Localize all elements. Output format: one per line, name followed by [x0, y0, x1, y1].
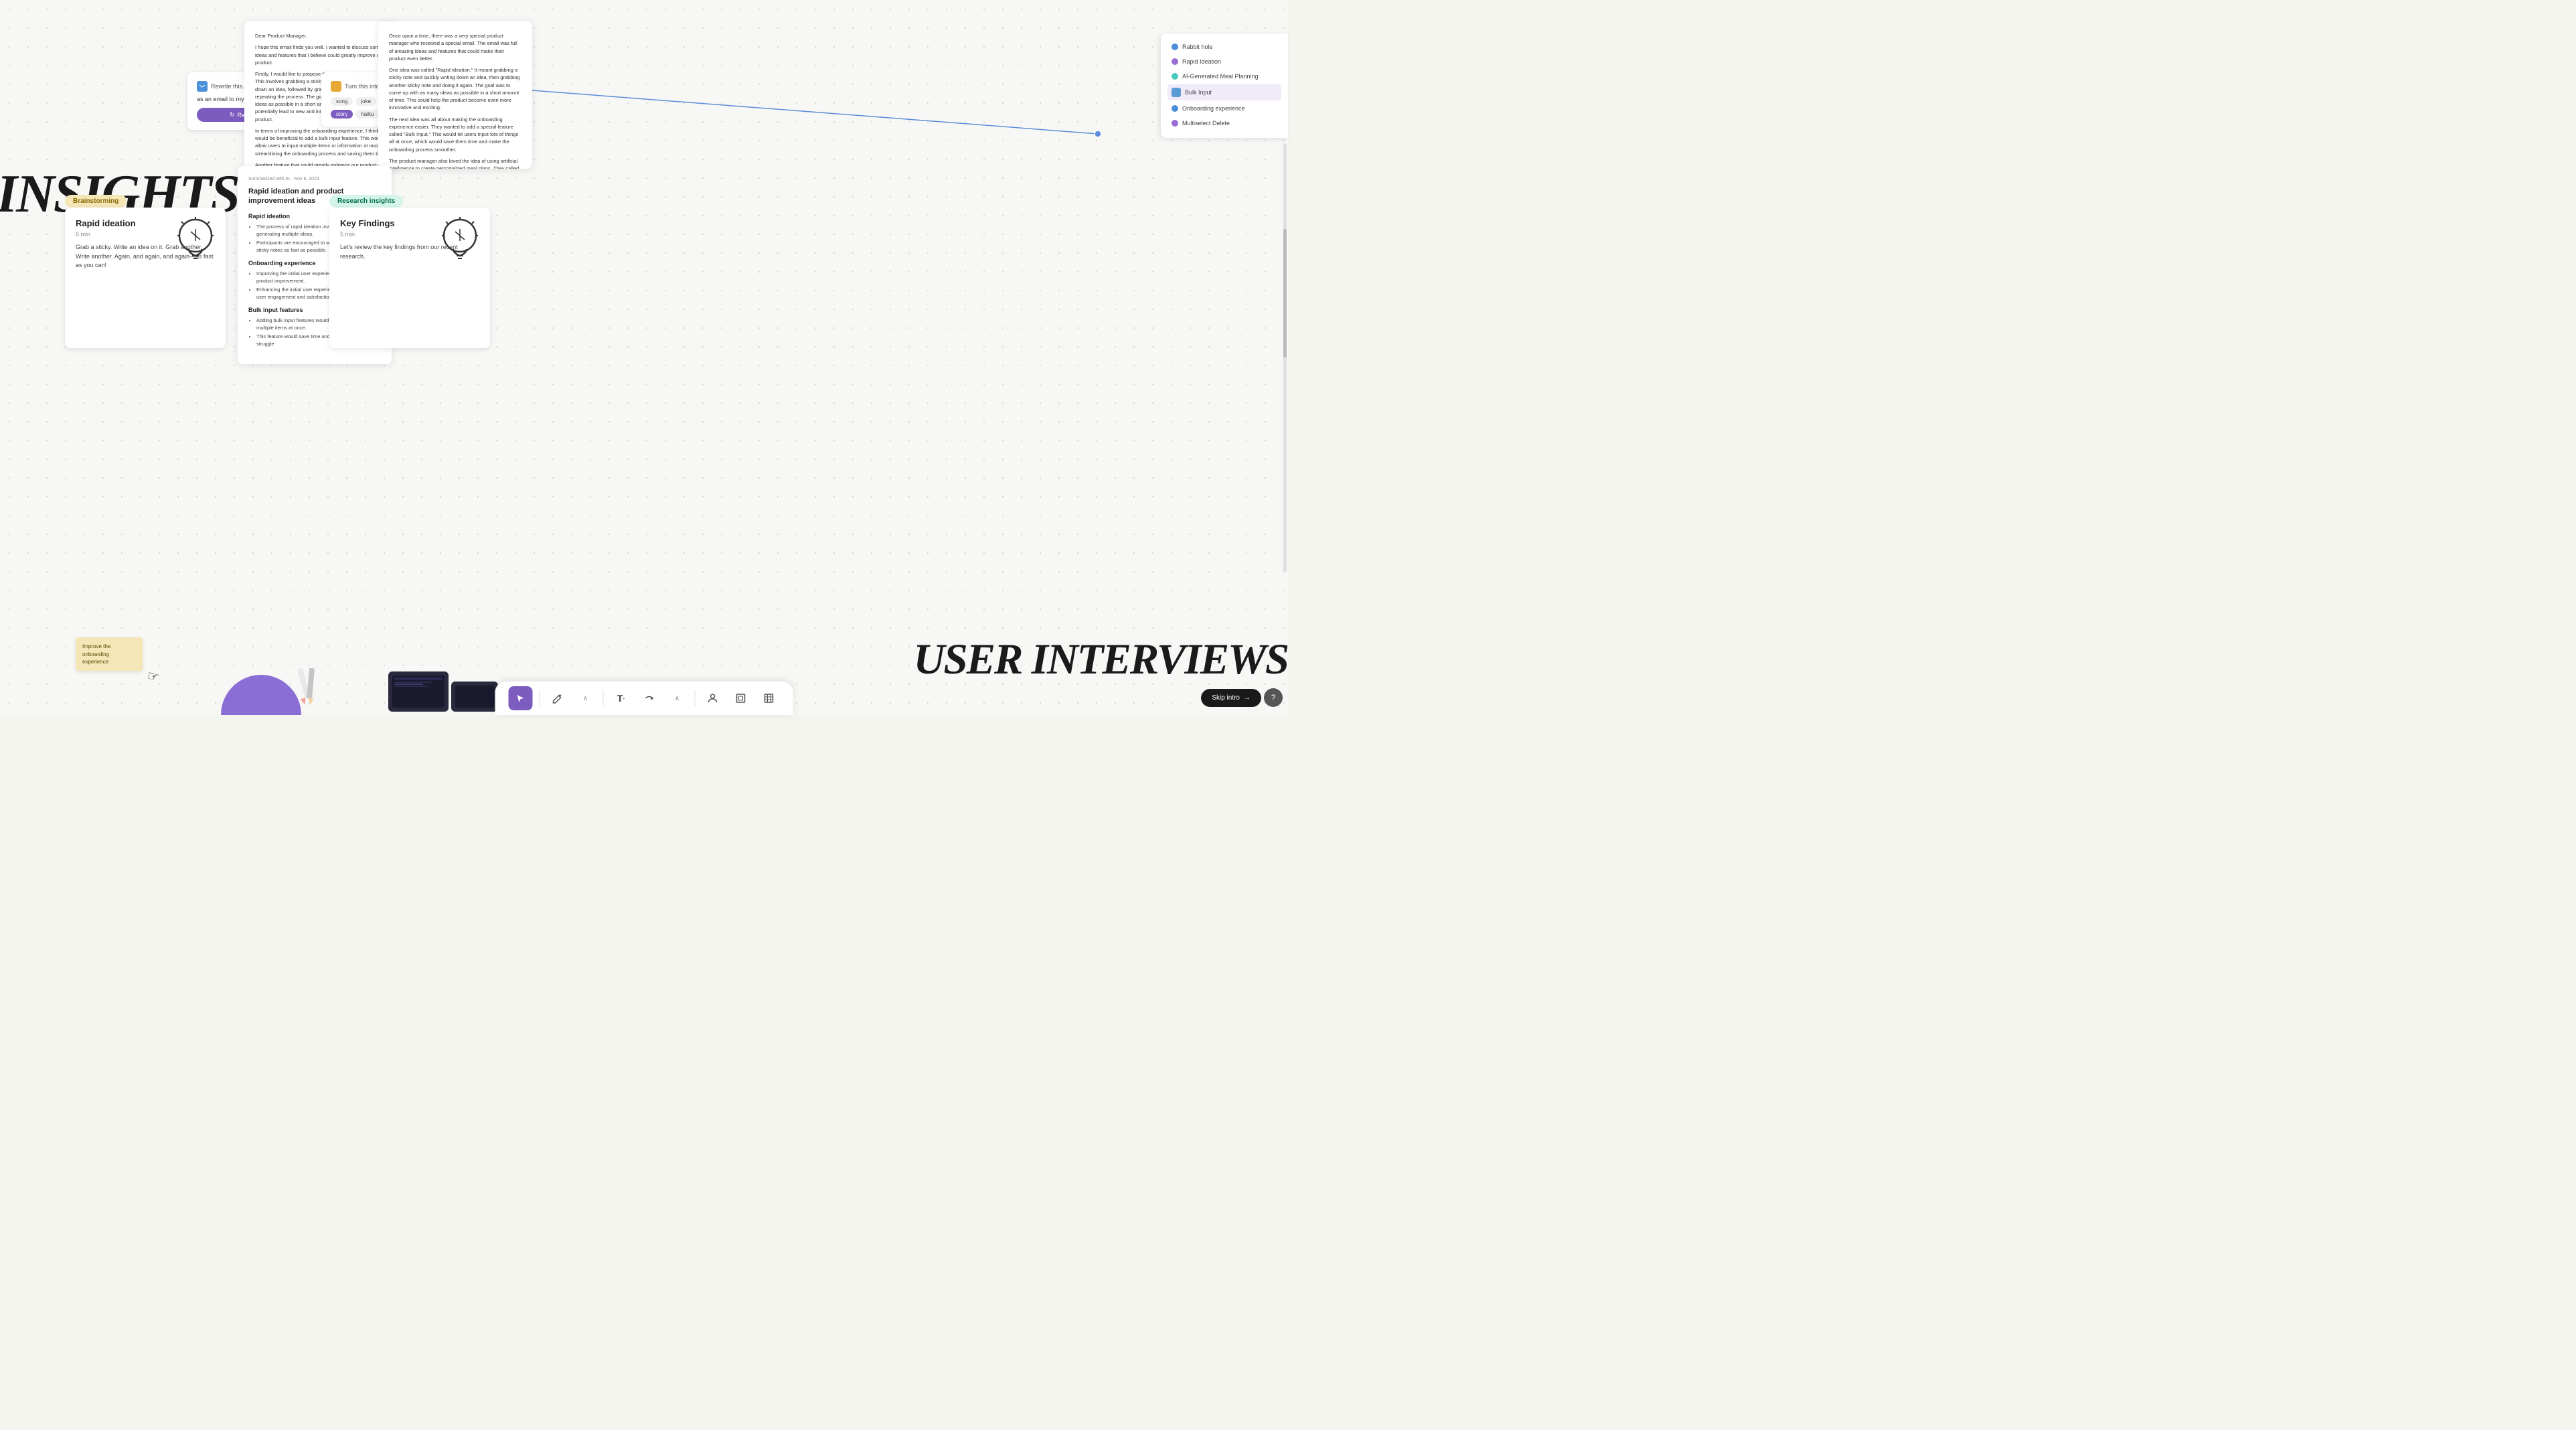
sidebar-label-meal-planning: AI-Generated Meal Planning: [1182, 73, 1259, 80]
sidebar-dot-meal-planning: [1172, 73, 1178, 80]
subtag-haiku[interactable]: haiku: [355, 110, 379, 118]
brainstorming-label: Brainstorming: [65, 195, 127, 208]
story-card-icon: [331, 81, 341, 92]
help-button[interactable]: ?: [1264, 688, 1283, 707]
sidebar-dot-rabbit-hole: [1172, 44, 1178, 50]
sidebar-dot-rapid-ideation: [1172, 58, 1178, 65]
toolbar-separator-3: [695, 690, 696, 706]
research-insights-label: Research insights: [329, 195, 403, 208]
skip-intro-button[interactable]: Skip intro →: [1201, 689, 1261, 707]
sidebar-label-rapid-ideation: Rapid Ideation: [1182, 58, 1221, 65]
rapid-ideation-card: Rapid ideation 6 min Grab a sticky. Writ…: [65, 208, 226, 348]
rewrite-icon: ↻: [230, 111, 235, 118]
scrollbar-thumb[interactable]: [1283, 229, 1287, 358]
bottom-toolbar: ∧ T • ∧: [495, 682, 793, 715]
sidebar-item-bulk-input[interactable]: Bulk Input: [1168, 84, 1281, 100]
sidebar-label-multiselect: Multiselect Delete: [1182, 120, 1230, 127]
email-greeting: Dear Product Manager,: [255, 32, 388, 39]
screen-card-right: [451, 682, 498, 712]
bulb-icon-rapid: [172, 214, 219, 274]
bulb-icon-findings: [436, 214, 483, 274]
help-label: ?: [1271, 693, 1276, 702]
toolbar-expand-2[interactable]: ∧: [667, 688, 688, 709]
sidebar-label-rabbit-hole: Rabbit hole: [1182, 44, 1213, 50]
story-para-4: The product manager also loved the idea …: [389, 157, 521, 169]
summary-header: Summarized with AI · Nov 6, 2023: [248, 177, 381, 181]
email-card-icon: [197, 81, 208, 92]
sidebar-item-multiselect[interactable]: Multiselect Delete: [1168, 116, 1281, 130]
toolbar-expand-1[interactable]: ∧: [575, 688, 596, 709]
sidebar-dot-onboarding: [1172, 105, 1178, 112]
sidebar-item-rapid-ideation[interactable]: Rapid Ideation: [1168, 55, 1281, 68]
tag-joke[interactable]: joke: [355, 97, 376, 106]
scrollbar-track: [1283, 143, 1287, 572]
story-content-card: Once upon a time, there was a very speci…: [378, 21, 532, 169]
screen-section: [388, 671, 498, 712]
sidebar-item-onboarding[interactable]: Onboarding experience: [1168, 102, 1281, 115]
key-findings-card: Key Findings 5 min Let's review the key …: [329, 208, 490, 348]
bulk-input-icon: [1172, 88, 1181, 97]
email-para-1: I hope this email finds you well. I want…: [255, 44, 388, 66]
toolbar-separator-2: [603, 690, 604, 706]
story-para-1: Once upon a time, there was a very speci…: [389, 32, 521, 62]
tag-song[interactable]: song: [331, 97, 353, 106]
skip-intro-arrow: →: [1244, 694, 1251, 702]
toolbar-connector[interactable]: [639, 688, 660, 709]
user-interviews-heading: USER INTERVIEWS: [914, 635, 1288, 685]
sidebar-item-meal-planning[interactable]: AI-Generated Meal Planning: [1168, 70, 1281, 83]
screen-card-left: [388, 671, 449, 712]
summary-meta: Summarized with AI · Nov 6, 2023: [248, 177, 319, 181]
toolbar-frame[interactable]: [730, 688, 752, 709]
subtag-story[interactable]: story: [331, 110, 353, 118]
sidebar-label-onboarding: Onboarding experience: [1182, 105, 1245, 112]
sidebar-dot-multiselect: [1172, 120, 1178, 127]
toolbar-cursor-tool[interactable]: [509, 686, 533, 710]
toolbar-table[interactable]: [758, 688, 780, 709]
toolbar-pencil[interactable]: [547, 688, 568, 709]
sidebar-label-bulk-input: Bulk Input: [1185, 89, 1212, 96]
sidebar-item-rabbit-hole[interactable]: Rabbit hole: [1168, 40, 1281, 54]
email-para-3: In terms of improving the onboarding exp…: [255, 127, 388, 157]
toolbar-text-tool[interactable]: T •: [611, 688, 632, 709]
improve-sticky: Improve the onboarding experience: [76, 637, 143, 671]
story-para-3: The next idea was all about making the o…: [389, 116, 521, 153]
story-para-2: One idea was called "Rapid Ideation." It…: [389, 66, 521, 112]
sidebar-panel: Rabbit hole Rapid Ideation AI-Generated …: [1161, 33, 1288, 138]
toolbar-person[interactable]: [702, 688, 724, 709]
decorative-shapes: [288, 665, 328, 708]
skip-intro-label: Skip intro: [1212, 694, 1240, 702]
